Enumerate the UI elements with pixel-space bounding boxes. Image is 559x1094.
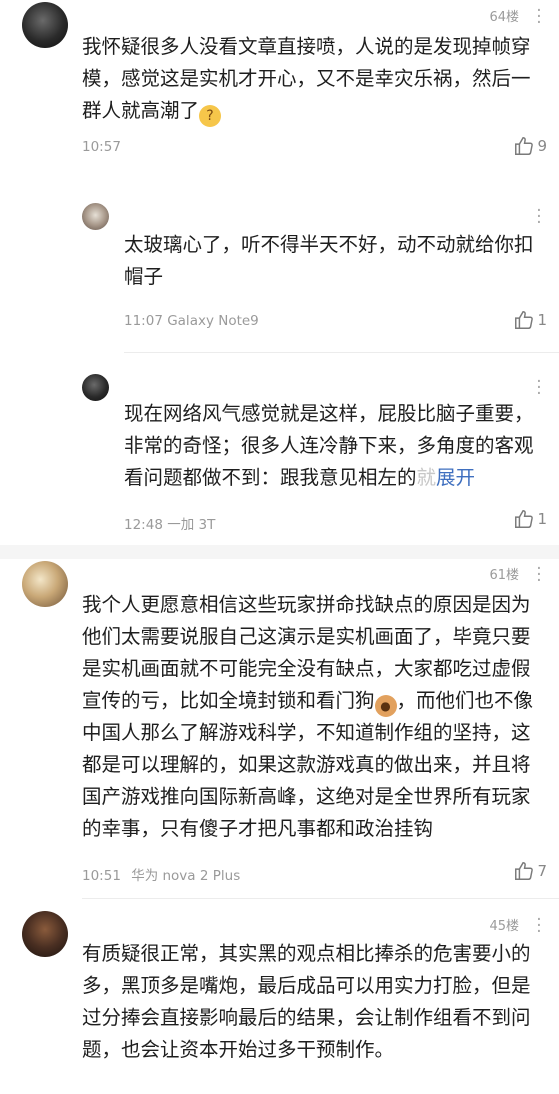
reply-text-faded: 就: [416, 466, 437, 489]
reply-time: 11:07: [124, 313, 163, 329]
reply-text: 太玻璃心了，听不得半天不好，动不动就给你扣帽子: [124, 233, 534, 288]
more-options-icon[interactable]: · · ·: [533, 912, 545, 941]
reply-device: Galaxy Note9: [167, 313, 259, 329]
thinking-emoji-icon: ?: [199, 105, 222, 127]
comment-meta: 10:51 华为 nova 2 Plus: [82, 864, 240, 884]
more-options-icon[interactable]: · · ·: [533, 203, 545, 232]
reply-meta: 11:07 Galaxy Note9: [124, 313, 259, 329]
like-count: 1: [537, 311, 547, 329]
dog-emoji-icon: ●: [374, 695, 397, 717]
like-count: 1: [537, 510, 547, 528]
like-button[interactable]: 1: [513, 309, 547, 331]
more-options-icon[interactable]: · · ·: [533, 561, 545, 590]
like-count: 9: [537, 137, 547, 155]
like-count: 7: [537, 862, 547, 880]
comment-text: 我个人更愿意相信这些玩家拼命找缺点的原因是因为他们太需要说服自己这演示是实机画面…: [82, 589, 544, 845]
comment-time: 10:51: [82, 868, 121, 884]
thumbs-up-icon: [515, 862, 534, 880]
floor-label: 45楼: [489, 919, 519, 934]
expand-link[interactable]: 展开: [436, 466, 475, 489]
section-separator: [0, 545, 559, 559]
comment-text: 有质疑很正常，其实黑的观点相比捧杀的危害要小的多，黑顶多是嘴炮，最后成品可以用实…: [82, 942, 531, 1061]
more-options-icon[interactable]: · · ·: [533, 374, 545, 403]
avatar[interactable]: [82, 374, 109, 401]
reply-time: 12:48: [124, 517, 163, 533]
avatar[interactable]: [22, 911, 68, 957]
floor-label: 64楼: [489, 10, 519, 25]
comment-text-body: 我怀疑很多人没看文章直接喷，人说的是发现掉帧穿模，感觉这是实机才开心，又不是幸灾…: [82, 35, 531, 122]
comment-time: 10:57: [82, 139, 121, 155]
like-button[interactable]: 7: [513, 860, 547, 882]
floor-label: 61楼: [489, 568, 519, 583]
comment-device: 华为 nova 2 Plus: [131, 868, 241, 884]
comment-text: 我怀疑很多人没看文章直接喷，人说的是发现掉帧穿模，感觉这是实机才开心，又不是幸灾…: [82, 31, 542, 127]
avatar[interactable]: [82, 203, 109, 230]
thumbs-up-icon: [515, 137, 534, 155]
thumbs-up-icon: [515, 311, 534, 329]
like-button[interactable]: 9: [513, 135, 547, 157]
more-options-icon[interactable]: · · ·: [533, 3, 545, 32]
divider: [124, 352, 559, 353]
reply-device: 一加 3T: [167, 517, 216, 533]
reply-meta: 12:48 一加 3T: [124, 513, 215, 533]
avatar[interactable]: [22, 2, 68, 48]
reply-text: 现在网络风气感觉就是这样，屁股比脑子重要，非常的奇怪；很多人连冷静下来，多角度的…: [124, 398, 539, 494]
like-button[interactable]: 1: [513, 508, 547, 530]
thumbs-up-icon: [515, 510, 534, 528]
divider: [82, 898, 559, 899]
avatar[interactable]: [22, 561, 68, 607]
